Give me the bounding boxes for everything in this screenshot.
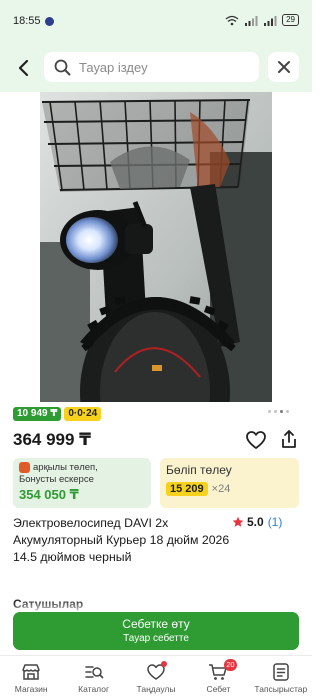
cart-count-badge: 20 <box>224 659 237 671</box>
star-icon <box>232 516 244 527</box>
product-image[interactable] <box>40 92 272 402</box>
installment-months: ×24 <box>211 483 231 495</box>
close-button[interactable] <box>268 52 299 82</box>
sellers-heading: Сатушылар <box>13 597 84 611</box>
image-pagination <box>268 410 289 413</box>
bonus-card[interactable]: арқылы төлеп, Бонусты ескерсе 354 050 ₸ <box>13 458 151 508</box>
share-icon <box>282 430 296 448</box>
status-time: 18:55 <box>13 15 41 27</box>
wifi-icon <box>225 15 239 25</box>
battery-icon: 29 <box>282 14 299 26</box>
status-icons: 29 <box>225 14 299 26</box>
signal-icon-2 <box>264 15 277 26</box>
installment-amount: 15 209 <box>166 482 208 496</box>
share-button[interactable] <box>278 428 300 450</box>
installment-row: 15 209 ×24 <box>166 482 293 496</box>
nav-item-orders[interactable]: Тапсырыстар <box>250 656 312 699</box>
badges: 10 949 ₸ 0·0·24 <box>13 407 102 421</box>
bottom-navigation: Магазин Каталог Таңдаулы 20 Себет Тапсыр… <box>0 655 312 699</box>
nav-label-orders: Тапсырыстар <box>254 684 308 694</box>
favorite-button[interactable] <box>245 429 267 451</box>
back-button[interactable] <box>10 55 36 81</box>
search-icon <box>54 59 71 75</box>
installment-card[interactable]: Бөліп төлеу 15 209 ×24 <box>160 458 299 508</box>
bonus-badge: 10 949 ₸ <box>13 407 62 421</box>
nav-item-shop[interactable]: Магазин <box>0 656 62 699</box>
cta-sublabel: Тауар себетте <box>123 633 189 644</box>
catalog-icon <box>84 666 103 679</box>
search-box[interactable] <box>44 52 259 82</box>
bonus-text-2: Бонусты ескерсе <box>19 474 94 485</box>
installment-badge: 0·0·24 <box>64 407 102 421</box>
orders-icon <box>273 663 289 681</box>
nav-label-catalog: Каталог <box>78 684 110 694</box>
product-title: Электровелосипед DAVI 2x Акумуляторный К… <box>13 516 230 564</box>
image-dot[interactable] <box>286 410 289 413</box>
status-bar: 18:55 29 <box>0 0 312 42</box>
bonus-price: 354 050 ₸ <box>19 487 79 502</box>
kaspi-logo-icon <box>19 462 30 473</box>
search-header <box>0 42 312 92</box>
nav-item-cart[interactable]: 20 Себет <box>187 656 249 699</box>
nav-label-favorites: Таңдаулы <box>136 684 176 694</box>
installment-title: Бөліп төлеу <box>166 463 232 477</box>
nav-item-favorites[interactable]: Таңдаулы <box>125 656 187 699</box>
nav-label-shop: Магазин <box>14 684 48 694</box>
bonus-text-1: арқылы төлеп, <box>33 462 98 473</box>
nav-label-cart: Себет <box>206 684 231 694</box>
heart-icon <box>246 431 266 449</box>
rating-value: 5.0 <box>247 515 264 529</box>
chevron-left-icon <box>18 59 29 77</box>
bonus-line: арқылы төлеп, <box>19 462 145 473</box>
favorites-dot <box>160 661 167 667</box>
search-input[interactable] <box>79 59 249 75</box>
product-photo <box>40 92 272 402</box>
image-dot[interactable] <box>274 410 277 413</box>
nav-item-catalog[interactable]: Каталог <box>62 656 124 699</box>
image-dot[interactable] <box>268 410 271 413</box>
rating-count[interactable]: (1) <box>268 515 283 529</box>
notification-dot-icon <box>45 17 54 26</box>
cta-label: Себетке өту <box>122 617 190 631</box>
shop-icon <box>22 664 40 680</box>
image-dot-active[interactable] <box>280 410 283 413</box>
go-to-cart-button[interactable]: Себетке өту Тауар себетте <box>13 612 299 650</box>
product-price: 364 999 ₸ <box>13 430 92 449</box>
signal-icon <box>245 15 258 26</box>
product-rating[interactable]: 5.0 (1) <box>232 515 282 529</box>
close-icon <box>277 61 290 73</box>
